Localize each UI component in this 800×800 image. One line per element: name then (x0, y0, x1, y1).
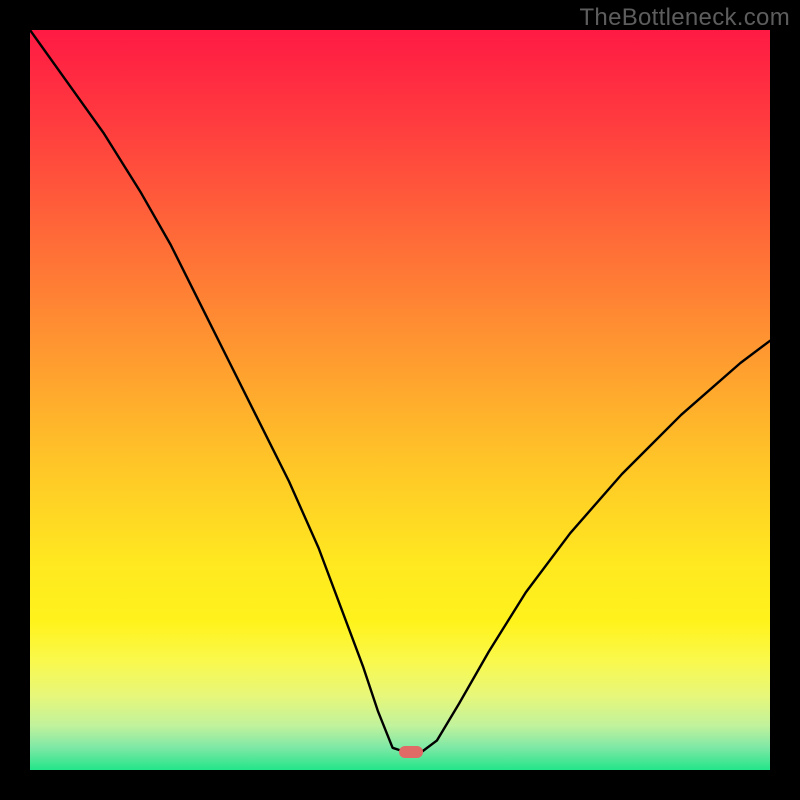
optimal-marker (399, 746, 423, 758)
plot-area (30, 30, 770, 770)
chart-frame: TheBottleneck.com (0, 0, 800, 800)
bottleneck-curve (30, 30, 770, 770)
watermark-text: TheBottleneck.com (579, 4, 790, 32)
